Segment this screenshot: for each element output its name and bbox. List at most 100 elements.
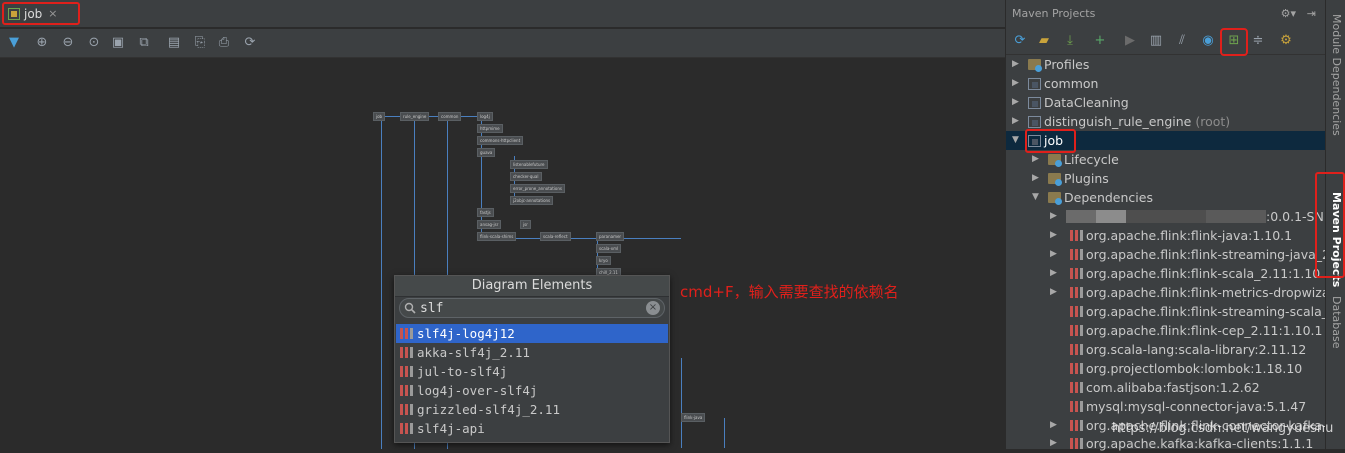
dependency-item[interactable]: mysql:mysql-connector-java:5.1.47 [1050, 397, 1306, 416]
diagram-node[interactable]: flink-java [681, 413, 706, 422]
settings-icon[interactable]: ⚙▾ [1281, 0, 1296, 27]
tab-module-dependencies[interactable]: Module Dependencies [1326, 14, 1345, 136]
maven-projects-panel: Maven Projects ⚙▾ ⇥ ⟳ ▰ ⤓ + ▶ ▥ ⫽ ◉ ⊞ ≑ … [1005, 0, 1342, 451]
dependency-icon [1070, 230, 1083, 241]
diagram-node[interactable]: httpmime [477, 124, 503, 133]
tree-item-plugins[interactable]: ▶ Plugins [1032, 169, 1109, 188]
tree-item-datacleaning[interactable]: ▶ DataCleaning [1012, 93, 1129, 112]
diagram-node[interactable]: commons-httpclient [477, 136, 524, 145]
run-icon[interactable]: ▶ [1122, 33, 1138, 49]
diagram-node[interactable]: log4j [477, 112, 493, 121]
save-icon[interactable]: ▤ [166, 35, 182, 51]
close-icon[interactable]: × [48, 7, 57, 20]
layout-icon[interactable]: ⧉ [136, 35, 152, 51]
dependency-icon [1070, 363, 1083, 374]
show-dependencies-icon[interactable]: ⊞ [1226, 33, 1242, 49]
tab-database[interactable]: Database [1326, 296, 1345, 349]
tab-label: job [24, 6, 43, 21]
diagram-node[interactable]: fastjs [477, 208, 494, 217]
popup-title: Diagram Elements [395, 276, 669, 297]
diagram-node[interactable]: scala-xml [596, 244, 622, 253]
expand-arrow-icon[interactable]: ▶ [1012, 74, 1022, 93]
tree-item-dependencies[interactable]: ▼ Dependencies [1032, 188, 1153, 207]
tab-job[interactable]: job × [2, 2, 80, 25]
diagram-node[interactable]: kryo [596, 256, 611, 265]
actual-size-icon[interactable]: ⊙ [86, 35, 102, 51]
tree-item-profiles[interactable]: ▶ Profiles [1012, 55, 1089, 74]
expand-arrow-icon[interactable]: ▶ [1012, 112, 1022, 131]
expand-arrow-icon[interactable]: ▶ [1050, 434, 1060, 453]
expand-arrow-icon[interactable]: ▶ [1050, 283, 1060, 302]
maven-tab-highlight-box [1315, 172, 1345, 278]
dependency-item[interactable]: ▶ org.apache.flink:flink-metrics-dropwiza… [1050, 283, 1342, 302]
filter-icon[interactable]: ▼ [6, 35, 22, 51]
dependency-item[interactable]: ▶ org.apache.flink:flink-streaming-java_2… [1050, 245, 1342, 264]
dependency-item[interactable]: com.alibaba:fastjson:1.2.62 [1050, 378, 1260, 397]
dependency-item[interactable]: org.apache.flink:flink-cep_2.11:1.10.1 [1050, 321, 1322, 340]
clear-search-icon[interactable]: × [646, 301, 660, 315]
dependency-icon [400, 423, 413, 434]
expand-arrow-icon[interactable]: ▶ [1032, 150, 1042, 169]
diagram-node[interactable]: paranamer [596, 232, 625, 241]
diagram-node[interactable]: listenablefuture [510, 160, 548, 169]
diagram-node[interactable]: rule_engine [400, 112, 430, 121]
maven-settings-icon[interactable]: ⚙ [1278, 33, 1294, 49]
diagram-node[interactable]: j2objc-annotations [510, 196, 554, 205]
zoom-out-icon[interactable]: ⊖ [60, 35, 76, 51]
download-icon[interactable]: ⤓ [1062, 33, 1078, 49]
result-item[interactable]: log4j-over-slf4j [396, 381, 668, 400]
diagram-node[interactable]: guava [477, 148, 496, 157]
diagram-node[interactable]: common [438, 112, 462, 121]
dependency-item[interactable]: org.apache.flink:flink-streaming-scala_2… [1050, 302, 1340, 321]
skip-tests-icon[interactable]: ◉ [1200, 33, 1216, 49]
export-icon[interactable]: ⎘ [192, 35, 208, 51]
collapse-arrow-icon[interactable]: ▼ [1032, 188, 1042, 207]
tree-item-common[interactable]: ▶ common [1012, 74, 1098, 93]
diagram-node[interactable]: flink-scala-shims [477, 232, 517, 241]
dependency-item[interactable]: ▶ org.apache.kafka:kafka-clients:1.1.1 [1050, 434, 1313, 453]
tree-item-lifecycle[interactable]: ▶ Lifecycle [1032, 150, 1119, 169]
execute-goal-icon[interactable]: ▥ [1148, 33, 1164, 49]
expand-arrow-icon[interactable]: ▶ [1050, 245, 1060, 264]
result-item[interactable]: grizzled-slf4j_2.11 [396, 400, 668, 419]
add-project-icon[interactable]: + [1092, 33, 1108, 49]
expand-arrow-icon[interactable]: ▶ [1032, 169, 1042, 188]
dependency-item[interactable]: ▶:0.0.1-SN [1050, 207, 1324, 226]
dependency-icon [1070, 420, 1083, 431]
diagram-node[interactable]: job [373, 112, 386, 121]
expand-arrow-icon[interactable]: ▶ [1050, 207, 1060, 226]
dependency-item[interactable]: ▶ org.apache.flink:flink-java:1.10.1 [1050, 226, 1292, 245]
diagram-node[interactable]: error_prone_annotations [510, 184, 565, 193]
search-box[interactable]: × [399, 298, 665, 318]
expand-arrow-icon[interactable]: ▶ [1050, 264, 1060, 283]
refresh-icon[interactable]: ⟳ [242, 35, 258, 51]
expand-arrow-icon[interactable]: ▶ [1050, 416, 1060, 435]
expand-arrow-icon[interactable]: ▶ [1012, 55, 1022, 74]
expand-arrow-icon[interactable]: ▶ [1050, 226, 1060, 245]
diagram-node[interactable]: ansag-jsr [477, 220, 502, 229]
search-icon [404, 302, 416, 314]
collapse-all-icon[interactable]: ≑ [1250, 33, 1266, 49]
generate-sources-icon[interactable]: ▰ [1036, 33, 1052, 49]
dependency-item[interactable]: org.projectlombok:lombok:1.18.10 [1050, 359, 1302, 378]
reimport-icon[interactable]: ⟳ [1012, 33, 1028, 49]
result-item[interactable]: jul-to-slf4j [396, 362, 668, 381]
dependency-item[interactable]: ▶ org.apache.flink:flink-scala_2.11:1.10.… [1050, 264, 1332, 283]
diagram-node[interactable]: checker-qual [510, 172, 542, 181]
dependency-item[interactable]: org.scala-lang:scala-library:2.11.12 [1050, 340, 1306, 359]
diagram-node[interactable]: scala-reflect [540, 232, 571, 241]
zoom-in-icon[interactable]: ⊕ [34, 35, 50, 51]
result-item[interactable]: akka-slf4j_2.11 [396, 343, 668, 362]
hide-panel-icon[interactable]: ⇥ [1307, 0, 1316, 27]
print-icon[interactable]: ⎙ [216, 35, 232, 51]
fit-content-icon[interactable]: ▣ [110, 35, 126, 51]
maven-module-icon [1028, 78, 1041, 90]
collapse-arrow-icon[interactable]: ▼ [1012, 131, 1022, 150]
toggle-offline-icon[interactable]: ⫽ [1174, 33, 1190, 49]
result-item[interactable]: slf4j-log4j12 [396, 324, 668, 343]
diagram-node[interactable]: jsr [520, 220, 531, 229]
result-label: log4j-over-slf4j [417, 383, 538, 398]
search-input[interactable] [420, 300, 640, 316]
expand-arrow-icon[interactable]: ▶ [1012, 93, 1022, 112]
result-item[interactable]: slf4j-api [396, 419, 668, 438]
